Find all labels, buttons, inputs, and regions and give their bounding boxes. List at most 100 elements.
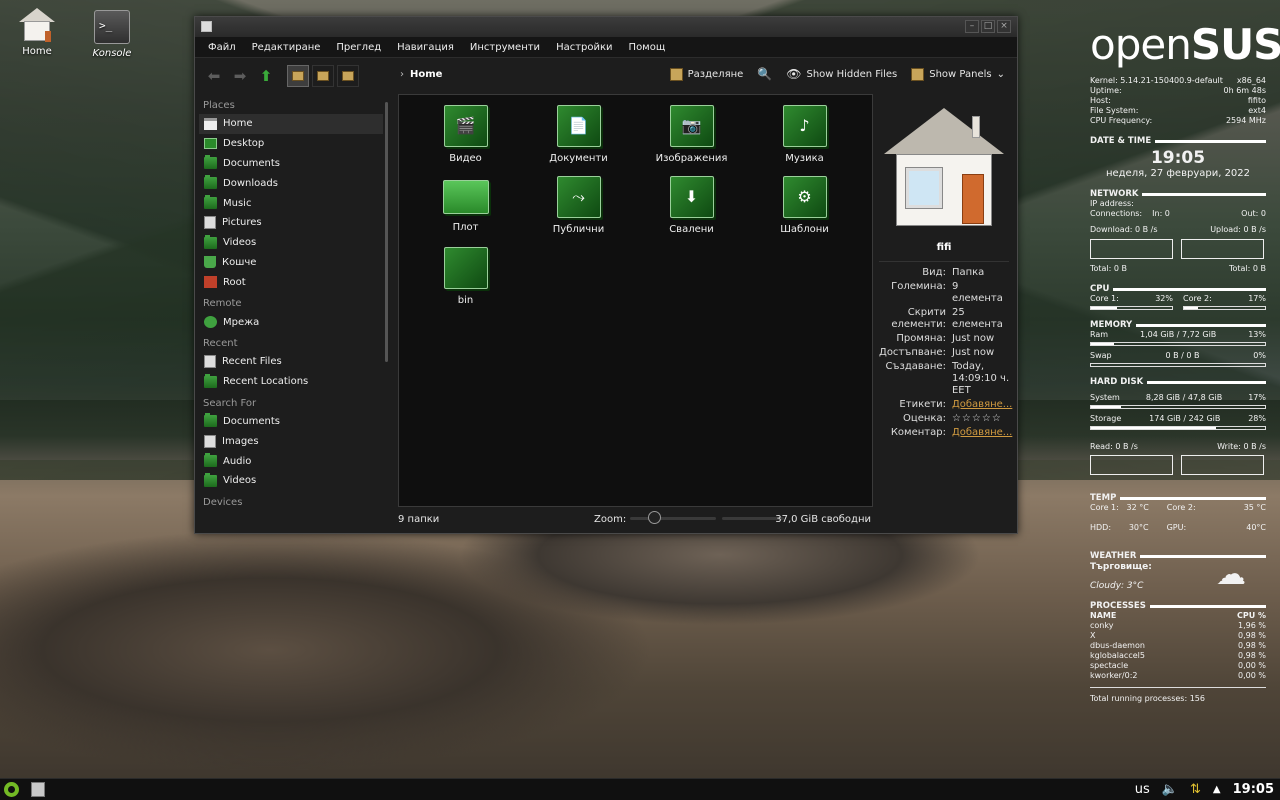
sidebar-item-downloads[interactable]: Downloads xyxy=(199,173,383,193)
sidebar-item-search-documents[interactable]: Documents xyxy=(199,412,383,432)
desktop-konsole-icon[interactable]: >_ Konsole xyxy=(82,10,142,59)
menu-file[interactable]: Файл xyxy=(200,42,244,53)
sidebar-scrollbar[interactable] xyxy=(385,102,388,362)
details-view-button[interactable] xyxy=(337,65,359,87)
cloud-icon: ☁ xyxy=(1216,557,1246,592)
sidebar-item-label: Images xyxy=(222,435,259,447)
minimize-button[interactable]: – xyxy=(965,20,979,33)
sidebar-item-documents[interactable]: Documents xyxy=(199,154,383,174)
file-view[interactable]: 🎬 Видео 📄 Документи 📷 Изображения ♪ Музика П… xyxy=(398,94,873,507)
desktop-home-label: Home xyxy=(22,46,52,57)
breadcrumb[interactable]: › Home xyxy=(400,69,442,80)
show-panels-label: Show Panels xyxy=(929,68,992,80)
sidebar-item-videos[interactable]: Videos xyxy=(199,233,383,253)
folder-item-downloads[interactable]: ⬇ Свалени xyxy=(635,174,748,245)
back-arrow-icon[interactable]: ⬅ xyxy=(203,65,225,87)
compact-view-button[interactable] xyxy=(312,65,334,87)
maximize-button[interactable]: □ xyxy=(981,20,995,33)
cpu-header: CPU xyxy=(1090,284,1266,294)
conky-widget: openSUSE Kernel:5.14.21-150400.9-default… xyxy=(1090,20,1280,703)
folder-name: Музика xyxy=(785,153,824,164)
conky-date: неделя, 27 февруари, 2022 xyxy=(1105,168,1251,179)
zoom-slider[interactable] xyxy=(630,517,716,520)
sidebar-item-label: Home xyxy=(223,118,253,130)
info-key: Скрити елементи: xyxy=(891,307,946,330)
sidebar-item-recent-locations[interactable]: Recent Locations xyxy=(199,372,383,392)
music-folder-icon xyxy=(204,195,217,210)
menu-help[interactable]: Помощ xyxy=(621,42,674,53)
folder-name: Свалени xyxy=(669,224,714,235)
toolbar: ⬅ ➡ ⬆ › Home Разделяне 🔍 👁 Show Hidden Fil… xyxy=(195,58,1017,94)
memory-header: MEMORY xyxy=(1090,320,1266,330)
folder-item-desktop[interactable]: Плот xyxy=(409,174,522,245)
search-icon: 🔍 xyxy=(757,67,773,81)
sidebar-item-label: Audio xyxy=(223,455,252,467)
folder-item-pictures[interactable]: 📷 Изображения xyxy=(635,103,748,174)
split-button[interactable]: Разделяне xyxy=(669,67,743,81)
folder-item-public[interactable]: ⤳ Публични xyxy=(522,174,635,245)
sidebar-item-label: Downloads xyxy=(223,177,278,189)
forward-arrow-icon[interactable]: ➡ xyxy=(229,65,251,87)
show-hidden-button[interactable]: 👁 Show Hidden Files xyxy=(786,67,897,81)
folder-item-music[interactable]: ♪ Музика xyxy=(748,103,861,174)
add-tags-link[interactable]: Добавяне... xyxy=(952,399,1012,410)
sidebar-item-recent-files[interactable]: Recent Files xyxy=(199,352,383,372)
menu-view[interactable]: Преглед xyxy=(328,42,389,53)
upload-graph xyxy=(1181,239,1264,259)
folder-item-video[interactable]: 🎬 Видео xyxy=(409,103,522,174)
folder-name: Изображения xyxy=(655,153,728,164)
expand-tray-icon[interactable]: ▲ xyxy=(1213,784,1221,795)
sidebar-item-search-images[interactable]: Images xyxy=(199,431,383,451)
places-panel: Places Home Desktop Documents Downloads … xyxy=(199,94,383,529)
updates-icon[interactable]: ⇅ xyxy=(1190,782,1201,797)
taskbar-clock[interactable]: 19:05 xyxy=(1233,782,1274,797)
datetime-header: DATE & TIME xyxy=(1090,136,1266,146)
rating-stars[interactable]: ☆☆☆☆☆ xyxy=(952,412,1012,426)
network-icon xyxy=(204,316,217,329)
application-launcher-icon[interactable] xyxy=(4,782,19,797)
status-bar: 9 папки Zoom: 37,0 GiB свободни xyxy=(398,511,873,526)
menu-tools[interactable]: Инструменти xyxy=(462,42,548,53)
sidebar-item-network[interactable]: Мрежа xyxy=(199,312,383,332)
storage-disk-bar xyxy=(1090,426,1266,430)
zoom-slider-handle[interactable] xyxy=(648,511,661,524)
sidebar-item-root[interactable]: Root xyxy=(199,272,383,292)
sidebar-item-trash[interactable]: Кошче xyxy=(199,253,383,273)
ram-bar xyxy=(1090,342,1266,346)
icons-view-button[interactable] xyxy=(287,65,309,87)
close-button[interactable]: × xyxy=(997,20,1011,33)
terminal-icon: >_ xyxy=(94,10,130,44)
menu-edit[interactable]: Редактиране xyxy=(244,42,329,53)
video-folder-icon: 🎬 xyxy=(443,105,488,147)
videos-folder-icon xyxy=(204,472,217,487)
desktop-icon xyxy=(204,138,217,150)
volume-icon[interactable]: 🔈 xyxy=(1162,782,1178,797)
add-comment-link[interactable]: Добавяне... xyxy=(952,427,1012,438)
sidebar-item-pictures[interactable]: Pictures xyxy=(199,213,383,233)
sidebar-item-search-audio[interactable]: Audio xyxy=(199,451,383,471)
sidebar-item-music[interactable]: Music xyxy=(199,193,383,213)
sidebar-item-home[interactable]: Home xyxy=(199,114,383,134)
desktop-home-icon[interactable]: Home xyxy=(7,8,67,57)
home-folder-preview-icon xyxy=(884,108,1004,228)
up-arrow-icon[interactable]: ⬆ xyxy=(255,65,277,87)
app-icon[interactable] xyxy=(201,21,212,32)
details-view-icon xyxy=(342,71,354,81)
folder-item-documents[interactable]: 📄 Документи xyxy=(522,103,635,174)
sidebar-item-desktop[interactable]: Desktop xyxy=(199,134,383,154)
recent-files-icon xyxy=(204,355,216,369)
folder-item-templates[interactable]: ⚙ Шаблони xyxy=(748,174,861,245)
menu-bar: Файл Редактиране Преглед Навигация Инстр… xyxy=(195,37,1017,58)
folder-item-bin[interactable]: bin xyxy=(409,245,522,316)
window-titlebar[interactable]: – □ × xyxy=(195,17,1017,37)
keyboard-layout[interactable]: us xyxy=(1135,782,1150,797)
sidebar-item-label: Videos xyxy=(223,237,257,249)
disk-write-graph xyxy=(1181,455,1264,475)
menu-settings[interactable]: Настройки xyxy=(548,42,620,53)
file-manager-task-icon[interactable] xyxy=(31,782,45,797)
sidebar-item-search-videos[interactable]: Videos xyxy=(199,471,383,491)
menu-go[interactable]: Навигация xyxy=(389,42,462,53)
show-panels-button[interactable]: Show Panels ⌄ xyxy=(911,67,1005,81)
search-button[interactable]: 🔍 xyxy=(757,67,772,81)
system-info: Kernel: 5.14.21-150400.9-default x86_64 Up… xyxy=(1090,76,1266,125)
